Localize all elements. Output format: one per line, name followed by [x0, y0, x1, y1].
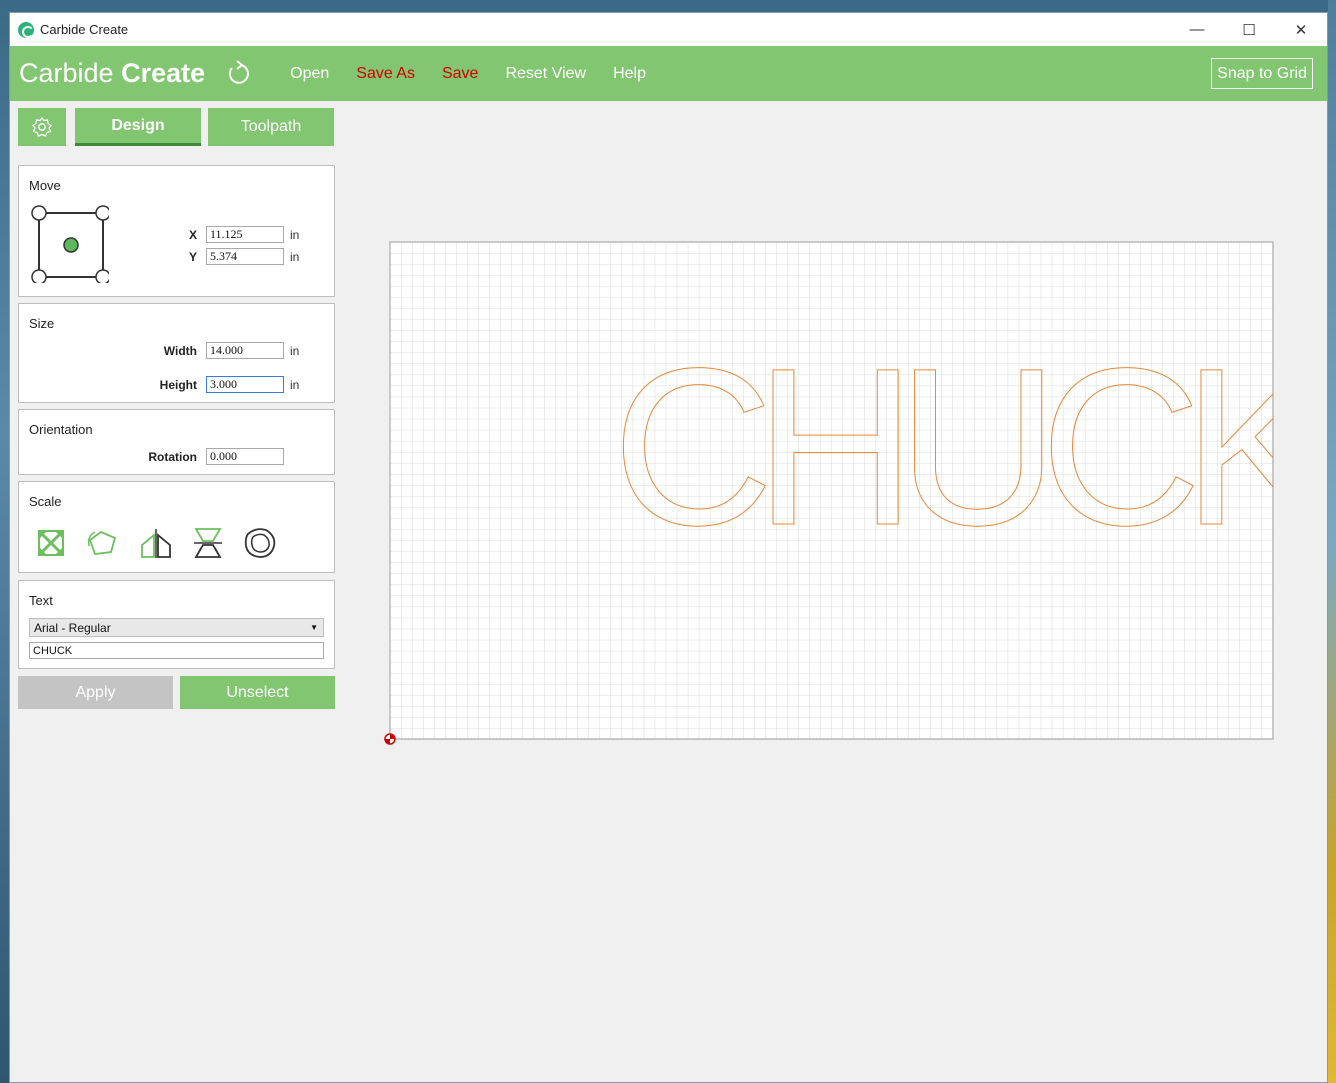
anchor-bottom-left[interactable]	[31, 269, 47, 283]
width-label: Width	[163, 343, 197, 358]
rotation-input[interactable]	[206, 448, 284, 465]
unselect-button[interactable]: Unselect	[180, 676, 335, 709]
window-controls: — ☐ ✕	[1171, 13, 1327, 46]
rotation-row: Rotation	[129, 448, 284, 465]
fit-scale-icon[interactable]	[36, 528, 66, 558]
offset-shape-icon[interactable]	[242, 526, 278, 560]
x-unit: in	[290, 227, 300, 242]
desktop-background	[1328, 0, 1336, 1083]
move-panel: Move X in Y in	[18, 165, 335, 297]
width-row: Width in	[129, 342, 299, 359]
minimize-button[interactable]: —	[1171, 13, 1223, 46]
scale-panel: Scale	[18, 481, 335, 573]
x-input[interactable]	[206, 226, 284, 243]
undo-icon[interactable]	[223, 59, 253, 89]
open-menu[interactable]: Open	[290, 65, 329, 83]
y-label: Y	[188, 249, 197, 264]
font-dropdown[interactable]: Arial - Regular ▼	[29, 618, 324, 637]
height-unit: in	[290, 377, 300, 392]
text-panel: Text Arial - Regular ▼	[18, 580, 335, 669]
height-row: Height in	[129, 376, 299, 393]
main-toolbar: Carbide Create Open Save As Save Reset V…	[10, 46, 1327, 101]
text-vector[interactable]: CHUCK	[612, 322, 1304, 573]
tab-bar: Design Toolpath	[18, 108, 335, 146]
orientation-title: Orientation	[29, 422, 93, 437]
anchor-selector[interactable]	[29, 203, 109, 283]
font-dropdown-value: Arial - Regular	[34, 620, 111, 635]
settings-tab[interactable]	[18, 108, 66, 146]
app-window: Carbide Create — ☐ ✕ Carbide Create Open…	[9, 12, 1328, 1083]
snap-to-grid-button[interactable]: Snap to Grid	[1211, 58, 1313, 89]
design-canvas[interactable]: CHUCK	[384, 239, 1304, 759]
text-content-input[interactable]	[29, 642, 324, 659]
save-menu[interactable]: Save	[442, 65, 478, 83]
scale-title: Scale	[29, 494, 62, 509]
mirror-vertical-icon[interactable]	[193, 527, 223, 559]
scale-tools	[36, 526, 297, 560]
x-row: X in	[169, 226, 299, 243]
height-label: Height	[159, 377, 197, 392]
gear-icon	[32, 116, 52, 137]
size-panel: Size Width in Height in	[18, 303, 335, 403]
text-title: Text	[29, 593, 53, 608]
canvas-text[interactable]: CHUCK	[612, 322, 1304, 573]
save-as-menu[interactable]: Save As	[356, 65, 415, 83]
width-input[interactable]	[206, 342, 284, 359]
maximize-button[interactable]: ☐	[1223, 13, 1275, 46]
help-menu[interactable]: Help	[613, 65, 646, 83]
rotate-shape-icon[interactable]	[85, 528, 119, 558]
title-bar: Carbide Create — ☐ ✕	[10, 13, 1327, 46]
orientation-panel: Orientation Rotation	[18, 409, 335, 475]
caret-down-icon: ▼	[310, 623, 318, 632]
carbide-logo-icon	[18, 21, 34, 38]
reset-view-menu[interactable]: Reset View	[505, 65, 586, 83]
x-label: X	[188, 227, 197, 242]
width-unit: in	[290, 343, 300, 358]
tab-toolpath[interactable]: Toolpath	[208, 108, 334, 146]
y-input[interactable]	[206, 248, 284, 265]
size-title: Size	[29, 316, 55, 331]
window-title: Carbide Create	[40, 22, 129, 37]
tab-design[interactable]: Design	[75, 108, 201, 146]
anchor-bottom-right[interactable]	[95, 269, 109, 283]
y-unit: in	[290, 249, 300, 264]
design-sidebar: Design Toolpath Move X in Y in	[18, 108, 335, 669]
anchor-top-left[interactable]	[31, 205, 47, 221]
move-title: Move	[29, 178, 61, 193]
mirror-horizontal-icon[interactable]	[138, 527, 174, 559]
brand-bold: Create	[121, 58, 206, 88]
anchor-top-right[interactable]	[95, 205, 109, 221]
close-button[interactable]: ✕	[1275, 13, 1327, 46]
apply-button[interactable]: Apply	[18, 676, 173, 709]
brand-light: Carbide	[19, 58, 114, 88]
origin-marker-icon	[384, 733, 396, 745]
height-input[interactable]	[206, 376, 284, 393]
anchor-center[interactable]	[63, 237, 79, 253]
brand-title: Carbide Create	[19, 58, 205, 89]
y-row: Y in	[169, 248, 299, 265]
rotation-label: Rotation	[148, 449, 197, 464]
